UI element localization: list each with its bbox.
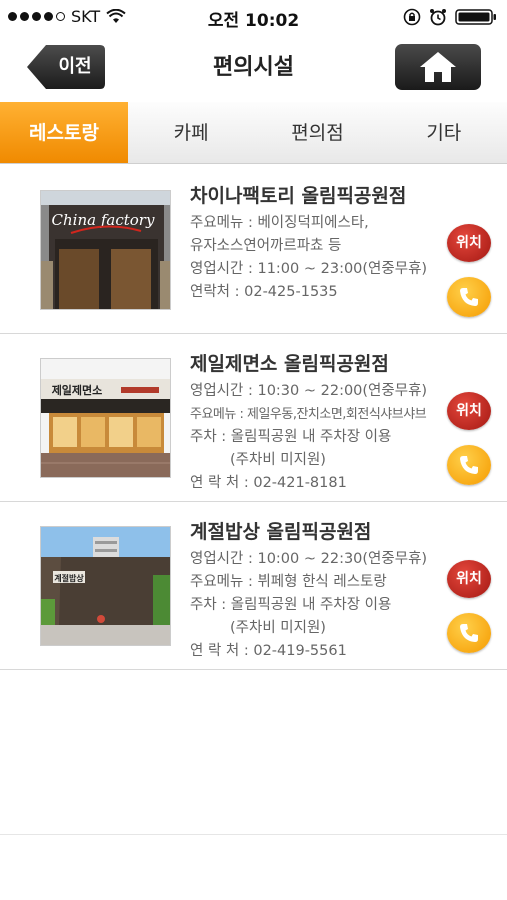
phone-icon [460,456,478,474]
phone-icon [460,288,478,306]
battery-icon [455,9,496,25]
rotation-lock-icon [403,8,421,26]
tab-convenience-store[interactable]: 편의점 [254,102,380,163]
restaurant-detail: 주요메뉴 : 제일우동,잔치소면,회전식샤브샤브 [190,407,427,422]
restaurant-info: 제일제면소 올림픽공원점 영업시간 : 10:30 ~ 22:00(연중무휴) … [190,348,450,495]
restaurant-info: 계절밥상 올림픽공원점 영업시간 : 10:00 ~ 22:30(연중무휴) 주… [190,516,450,663]
alarm-icon [430,9,446,26]
divider [0,834,507,835]
location-button[interactable]: 위치 [447,392,491,430]
restaurant-phone: 연 락 처 : 02-421-8181 [190,475,347,491]
location-button[interactable]: 위치 [447,560,491,598]
restaurant-photo: 계절밥상 [40,526,171,646]
call-button[interactable] [447,277,491,317]
location-button[interactable]: 위치 [447,224,491,262]
back-button-label: 이전 [58,56,92,77]
restaurant-name: 계절밥상 올림픽공원점 [190,521,372,543]
restaurant-phone: 연 락 처 : 02-419-5561 [190,643,347,659]
restaurant-list: China factory 차이나팩토리 올림픽공원점 주요메뉴 : 베이징덕피… [0,166,507,670]
tab-cafe[interactable]: 카페 [128,102,254,163]
call-button[interactable] [447,613,491,653]
restaurant-detail: 영업시간 : 11:00 ~ 23:00(연중무휴) [190,261,428,277]
phone-icon [460,624,478,642]
restaurant-detail: 영업시간 : 10:00 ~ 22:30(연중무휴) [190,551,428,567]
restaurant-detail: 주요메뉴 : 뷔페형 한식 레스토랑 [190,574,387,590]
list-item[interactable]: 제일제면소 제일제면소 올림픽공원점 영업시간 : 10:30 ~ 22:00(… [0,334,507,502]
restaurant-detail: (주차비 미지원) [230,452,326,468]
restaurant-phone: 연락처 : 02-425-1535 [190,284,338,300]
category-tabs: 레스토랑 카페 편의점 기타 [0,102,507,164]
back-button[interactable]: 이전 [26,44,106,90]
restaurant-photo: 제일제면소 [40,358,171,478]
tab-etc[interactable]: 기타 [381,102,507,163]
restaurant-detail: 유자소스연어까르파쵸 등 [190,238,342,254]
list-item[interactable]: China factory 차이나팩토리 올림픽공원점 주요메뉴 : 베이징덕피… [0,166,507,334]
home-icon [420,52,456,82]
shop-sign: 계절밥상 [54,573,84,583]
status-bar: SKT 오전 10:02 [0,0,507,34]
call-button[interactable] [447,445,491,485]
restaurant-detail: 주차 : 올림픽공원 내 주차장 이용 [190,597,392,613]
restaurant-name: 차이나팩토리 올림픽공원점 [190,185,407,207]
list-item[interactable]: 계절밥상 계절밥상 올림픽공원점 영업시간 : 10:00 ~ 22:30(연중… [0,502,507,670]
restaurant-info: 차이나팩토리 올림픽공원점 주요메뉴 : 베이징덕피에스타, 유자소스연어까르파… [190,180,450,304]
restaurant-detail: (주차비 미지원) [230,620,326,636]
restaurant-detail: 영업시간 : 10:30 ~ 22:00(연중무휴) [190,383,428,399]
app-header: 편의시설 이전 [0,34,507,102]
tab-restaurant[interactable]: 레스토랑 [0,102,128,163]
restaurant-detail: 주차 : 올림픽공원 내 주차장 이용 [190,429,392,445]
restaurant-name: 제일제면소 올림픽공원점 [190,353,389,375]
shop-sign: 제일제면소 [52,383,103,397]
restaurant-photo: China factory [40,190,171,310]
home-button[interactable] [395,44,481,90]
restaurant-detail: 주요메뉴 : 베이징덕피에스타, [190,215,369,231]
status-right [403,8,497,26]
